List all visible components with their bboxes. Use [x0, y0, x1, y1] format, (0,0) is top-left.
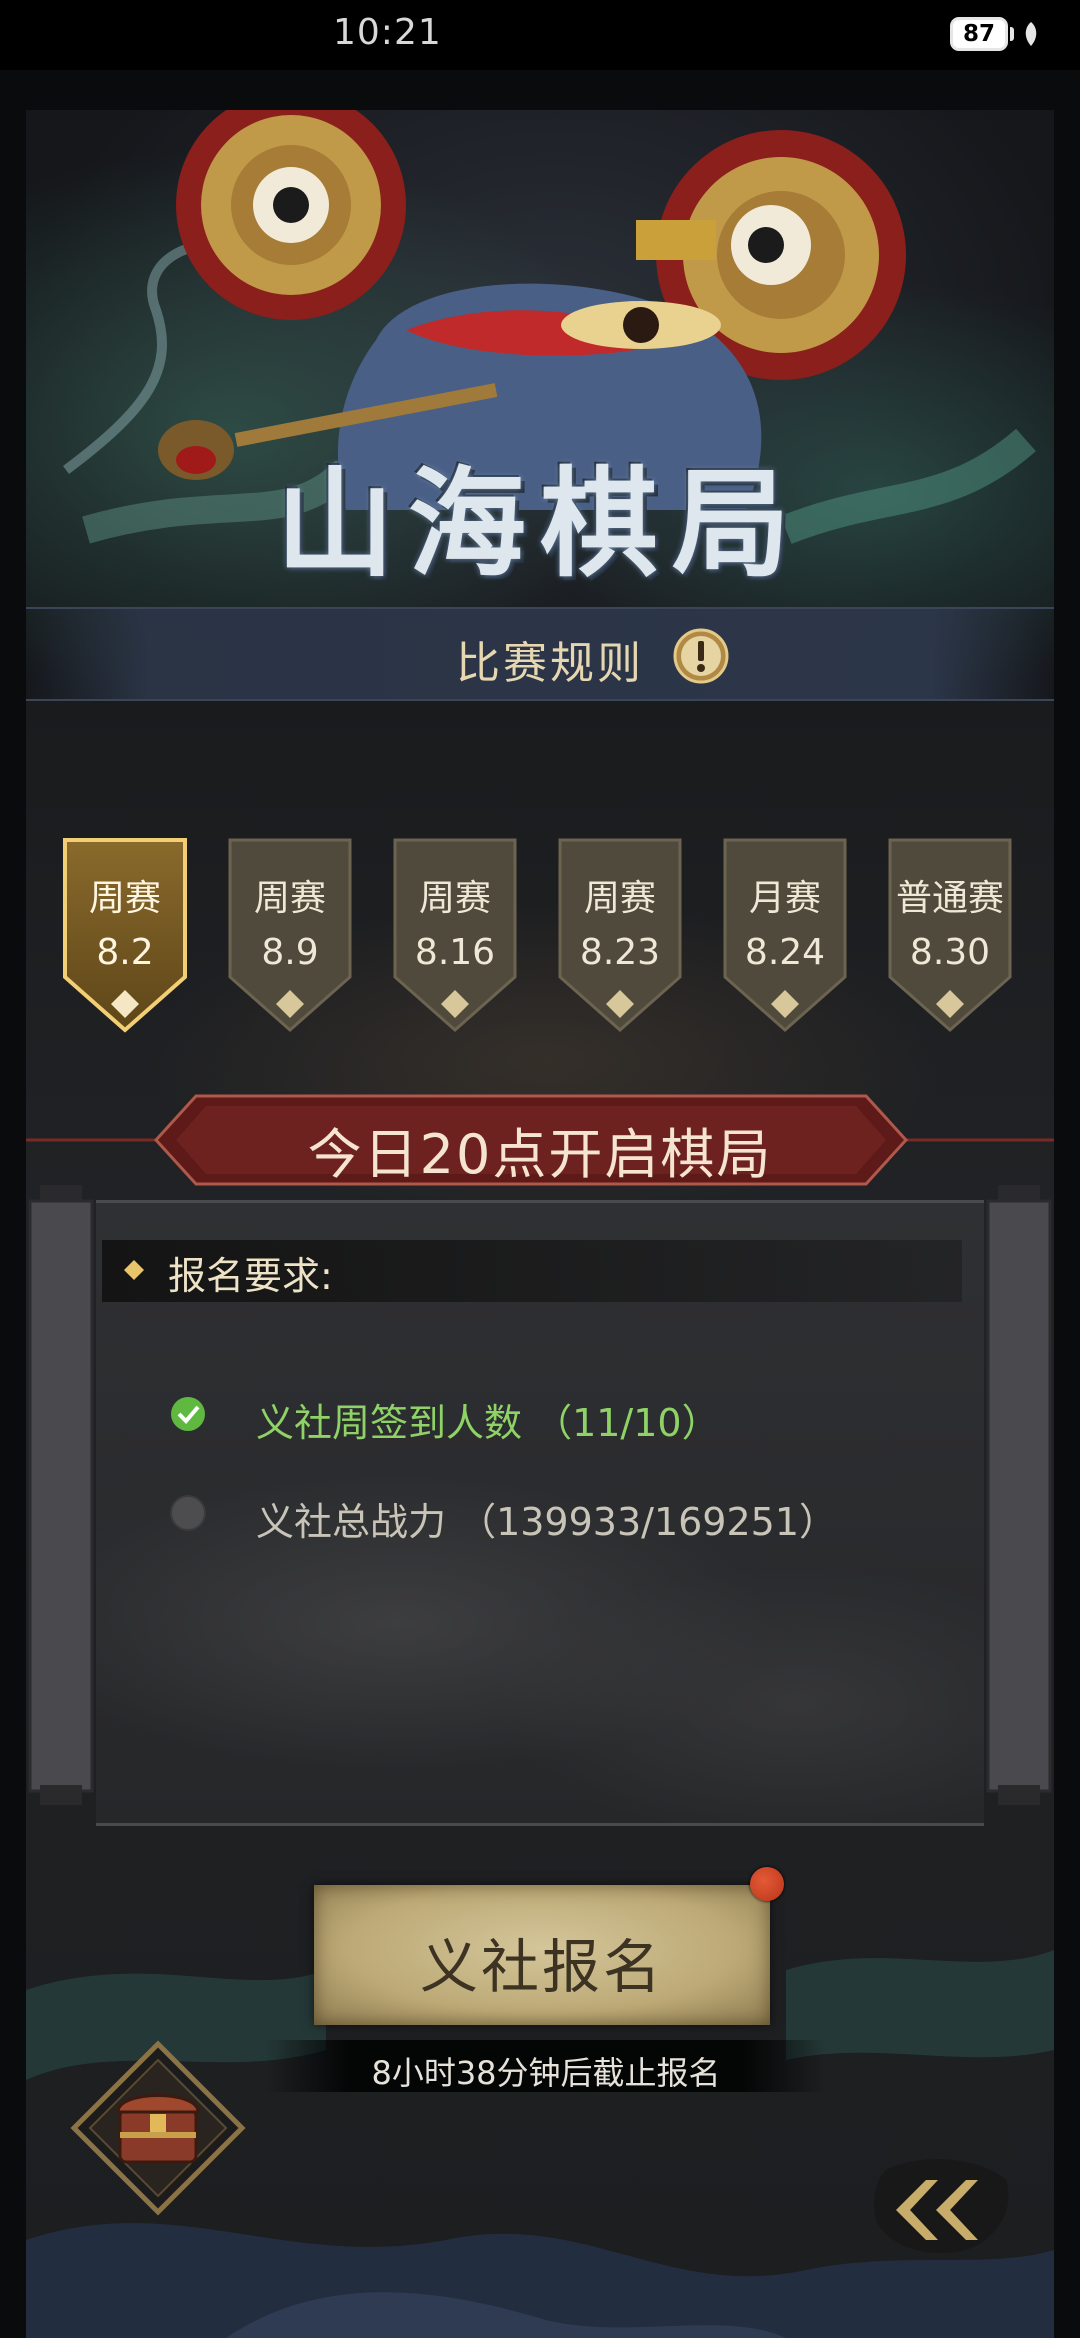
tab-date: 8.9	[261, 932, 319, 973]
tab-date: 8.16	[414, 932, 496, 973]
tab-date: 8.30	[909, 932, 991, 973]
tab-weekly-8-2[interactable]: 周赛 8.2	[62, 837, 188, 1033]
requirement-checkin: 义社周签到人数 （11/10）	[256, 1401, 720, 1445]
guild-signup-button[interactable]: 义社报名	[314, 1885, 770, 2025]
tab-weekly-8-16[interactable]: 周赛 8.16	[392, 837, 518, 1033]
scroll-rod-left	[28, 1185, 94, 1805]
open-time-text: 今日20点开启棋局	[307, 1123, 773, 1186]
deadline-bar: 8小时38分钟后截止报名	[266, 2040, 826, 2092]
rules-bar[interactable]: 比赛规则	[26, 607, 1054, 701]
battery-icon: 87	[950, 17, 1008, 51]
tab-label: 周赛	[88, 878, 161, 919]
leaf-icon	[1025, 22, 1037, 46]
requirement-power: 义社总战力 （139933/169251）	[256, 1500, 838, 1544]
tab-label: 周赛	[253, 878, 326, 919]
game-title: 山海棋局	[275, 454, 804, 593]
signup-label: 义社报名	[419, 1933, 664, 2001]
back-chevron-icon[interactable]	[866, 2150, 1016, 2260]
tab-label: 月赛	[748, 878, 821, 919]
status-time: 10:21	[333, 12, 442, 53]
tab-weekly-8-9[interactable]: 周赛 8.9	[227, 837, 353, 1033]
tab-date: 8.24	[744, 932, 826, 973]
tab-date: 8.2	[96, 932, 154, 973]
battery-level: 87	[962, 21, 995, 47]
check-icon	[171, 1397, 205, 1431]
tab-label: 周赛	[583, 878, 656, 919]
tab-label: 周赛	[418, 878, 491, 919]
scroll-rod-right	[986, 1185, 1052, 1805]
tab-date: 8.23	[579, 932, 661, 973]
tab-monthly-8-24[interactable]: 月赛 8.24	[722, 837, 848, 1033]
treasure-chest-icon[interactable]	[70, 2040, 246, 2216]
tab-normal-8-30[interactable]: 普通赛 8.30	[887, 837, 1013, 1033]
unchecked-dot-icon	[170, 1495, 206, 1531]
game-screen: 山海棋局 比赛规则 周赛 8.2 周赛 8.9 周赛 8.16 周赛 8.23 …	[26, 110, 1054, 2338]
diamond-icon	[124, 1260, 144, 1280]
tab-weekly-8-23[interactable]: 周赛 8.23	[557, 837, 683, 1033]
status-bar: 10:21 87	[0, 0, 1080, 70]
rules-label: 比赛规则	[456, 638, 644, 689]
notification-dot	[750, 1867, 784, 1901]
tab-label: 普通赛	[895, 878, 1004, 919]
requirements-title: 报名要求:	[168, 1254, 333, 1298]
deadline-text: 8小时38分钟后截止报名	[371, 2054, 721, 2092]
battery-tip	[1010, 27, 1014, 41]
info-icon[interactable]	[673, 628, 729, 684]
